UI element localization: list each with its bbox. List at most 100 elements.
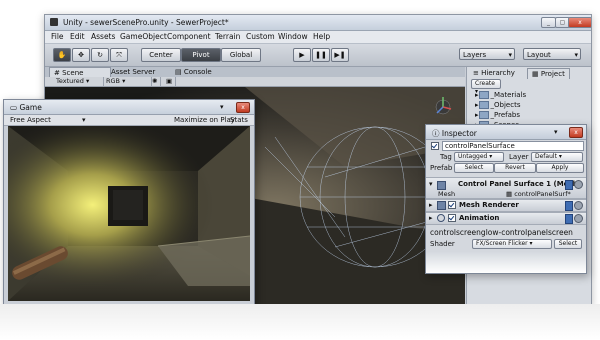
maximize-on-play-toggle[interactable]: Maximize on Play xyxy=(174,116,235,124)
animation-title: Animation xyxy=(459,214,500,222)
rotate-tool-button[interactable]: ↻ xyxy=(91,48,109,62)
layer-value: Default xyxy=(535,153,557,160)
help-book-icon[interactable] xyxy=(565,180,573,190)
menu-gameobject[interactable]: GameObject xyxy=(120,32,167,41)
folder-item[interactable]: ▸ _Prefabs xyxy=(475,111,520,119)
shader-select-button[interactable]: Select xyxy=(554,239,582,249)
color-mode-dropdown[interactable]: RGB ▾ xyxy=(103,77,152,86)
mesh-value: controlPanelSurf* xyxy=(514,190,571,198)
layer-dropdown[interactable]: Default ▾ xyxy=(531,152,583,162)
game-tab[interactable]: ▭ Game xyxy=(10,103,42,112)
game-render xyxy=(8,126,250,301)
image-toggle[interactable]: ▣ xyxy=(163,77,177,86)
menu-component[interactable]: Component xyxy=(167,32,211,41)
tab-asset-server[interactable]: Asset Server xyxy=(107,67,159,77)
mesh-renderer-icon xyxy=(437,201,446,210)
tab-scene-label: Scene xyxy=(62,69,84,77)
mesh-filter-title: Control Panel Surface 1 (Mesh xyxy=(458,180,578,188)
active-checkbox[interactable] xyxy=(431,142,439,150)
tab-console[interactable]: ▤ Console xyxy=(171,67,216,77)
inspector-title-bar[interactable]: ⓘ Inspector ▾ x xyxy=(426,125,586,140)
foldout-arrow-icon[interactable]: ▸ xyxy=(429,214,433,222)
shader-dropdown[interactable]: FX/Screen Flicker ▾ xyxy=(472,239,552,249)
prefab-select-button[interactable]: Select xyxy=(454,163,494,173)
menu-bar: File Edit Assets GameObject Component Te… xyxy=(45,31,591,44)
tab-project[interactable]: ▦ Project xyxy=(527,68,570,79)
close-button[interactable]: x xyxy=(568,17,591,28)
step-button[interactable]: ▶❚ xyxy=(331,48,349,62)
prefab-revert-button[interactable]: Revert xyxy=(494,163,536,173)
background-reflection xyxy=(0,304,600,340)
help-book-icon[interactable] xyxy=(565,201,573,211)
play-button[interactable]: ▶ xyxy=(293,48,311,62)
menu-help[interactable]: Help xyxy=(313,32,330,41)
menu-file[interactable]: File xyxy=(51,32,64,41)
menu-terrain[interactable]: Terrain xyxy=(215,32,240,41)
create-label: Create xyxy=(475,80,495,87)
global-local-button[interactable]: Global xyxy=(221,48,261,62)
tab-hierarchy[interactable]: ≡ Hierarchy xyxy=(469,68,519,78)
project-icon: ▦ xyxy=(532,70,539,78)
inspector-fade xyxy=(426,251,586,273)
main-toolbar: ✋ ✥ ↻ ⤧ Center Pivot Global ▶ ❚❚ ▶❚ Laye… xyxy=(45,44,591,67)
move-tool-button[interactable]: ✥ xyxy=(72,48,90,62)
panel-menu-icon[interactable]: ▾ xyxy=(220,103,224,111)
folder-icon xyxy=(478,91,489,99)
mesh-field[interactable]: ▦ controlPanelSurf* xyxy=(506,190,571,198)
game-title-bar[interactable]: ▭ Game ▾ x xyxy=(4,100,254,115)
aspect-label: Free Aspect xyxy=(10,116,51,124)
tab-project-label: Project xyxy=(540,70,565,78)
tab-console-label: Console xyxy=(183,68,212,76)
folder-label: _Materials xyxy=(490,91,527,99)
chevron-down-icon: ▾ xyxy=(508,51,512,59)
game-viewport[interactable] xyxy=(8,126,250,301)
lighting-toggle[interactable]: ✺ xyxy=(149,77,162,86)
aspect-dropdown[interactable]: Free Aspect xyxy=(10,116,51,124)
gear-icon[interactable] xyxy=(574,180,583,189)
prefab-label: Prefab xyxy=(430,164,453,172)
scale-tool-button[interactable]: ⤧ xyxy=(110,48,128,62)
gear-icon[interactable] xyxy=(574,201,583,210)
gear-icon[interactable] xyxy=(574,214,583,223)
stats-toggle[interactable]: Stats xyxy=(230,116,248,124)
menu-window[interactable]: Window xyxy=(278,32,308,41)
pivot-center-button[interactable]: Center xyxy=(141,48,181,62)
tag-dropdown[interactable]: Untagged ▾ xyxy=(454,152,504,162)
inspector-tab[interactable]: ⓘ Inspector xyxy=(432,128,477,139)
animation-checkbox[interactable] xyxy=(448,214,456,222)
folder-item[interactable]: ▸ _Objects xyxy=(475,101,520,109)
folder-icon xyxy=(478,111,489,119)
chevron-down-icon: ▾ xyxy=(574,51,578,59)
create-dropdown[interactable]: Create ▾ xyxy=(471,79,501,95)
pivot-mode-button[interactable]: Pivot xyxy=(181,48,221,62)
object-name-field[interactable]: controlPanelSurface xyxy=(442,141,584,151)
mesh-renderer-component: ▸ Mesh Renderer xyxy=(426,199,586,212)
inspector-close-button[interactable]: x xyxy=(569,127,583,138)
panel-menu-icon[interactable]: ▾ xyxy=(554,128,558,136)
layers-dropdown[interactable]: Layers ▾ xyxy=(459,48,515,60)
tab-hierarchy-label: Hierarchy xyxy=(481,69,515,77)
menu-assets[interactable]: Assets xyxy=(91,32,115,41)
material-name: controlscreenglow-controlpanelscreen xyxy=(430,228,573,237)
folder-label: _Objects xyxy=(490,101,521,109)
menu-edit[interactable]: Edit xyxy=(70,32,85,41)
foldout-arrow-icon[interactable]: ▾ xyxy=(429,180,433,188)
hand-tool-button[interactable]: ✋ xyxy=(53,48,71,62)
window-title: Unity - sewerScenePro.unity - SewerProje… xyxy=(63,18,229,27)
inspector-window: ⓘ Inspector ▾ x controlPanelSurface Tag … xyxy=(425,124,587,274)
scene-tab-row: # Scene Asset Server ▤ Console xyxy=(45,67,465,78)
folder-item[interactable]: ▸ _Materials xyxy=(475,91,526,99)
render-mode-dropdown[interactable]: Textured ▾ xyxy=(53,77,104,86)
prefab-apply-button[interactable]: Apply xyxy=(536,163,584,173)
layout-dropdown[interactable]: Layout ▾ xyxy=(523,48,581,60)
foldout-arrow-icon[interactable]: ▸ xyxy=(429,201,433,209)
image-icon: ▣ xyxy=(166,77,173,85)
game-close-button[interactable]: x xyxy=(236,102,250,113)
pause-button[interactable]: ❚❚ xyxy=(312,48,330,62)
menu-custom[interactable]: Custom xyxy=(246,32,275,41)
minimize-button[interactable]: _ xyxy=(541,17,556,28)
step-icon: ▶❚ xyxy=(334,51,346,59)
help-book-icon[interactable] xyxy=(565,214,573,224)
info-icon: ⓘ xyxy=(432,129,440,138)
mesh-renderer-checkbox[interactable] xyxy=(448,201,456,209)
